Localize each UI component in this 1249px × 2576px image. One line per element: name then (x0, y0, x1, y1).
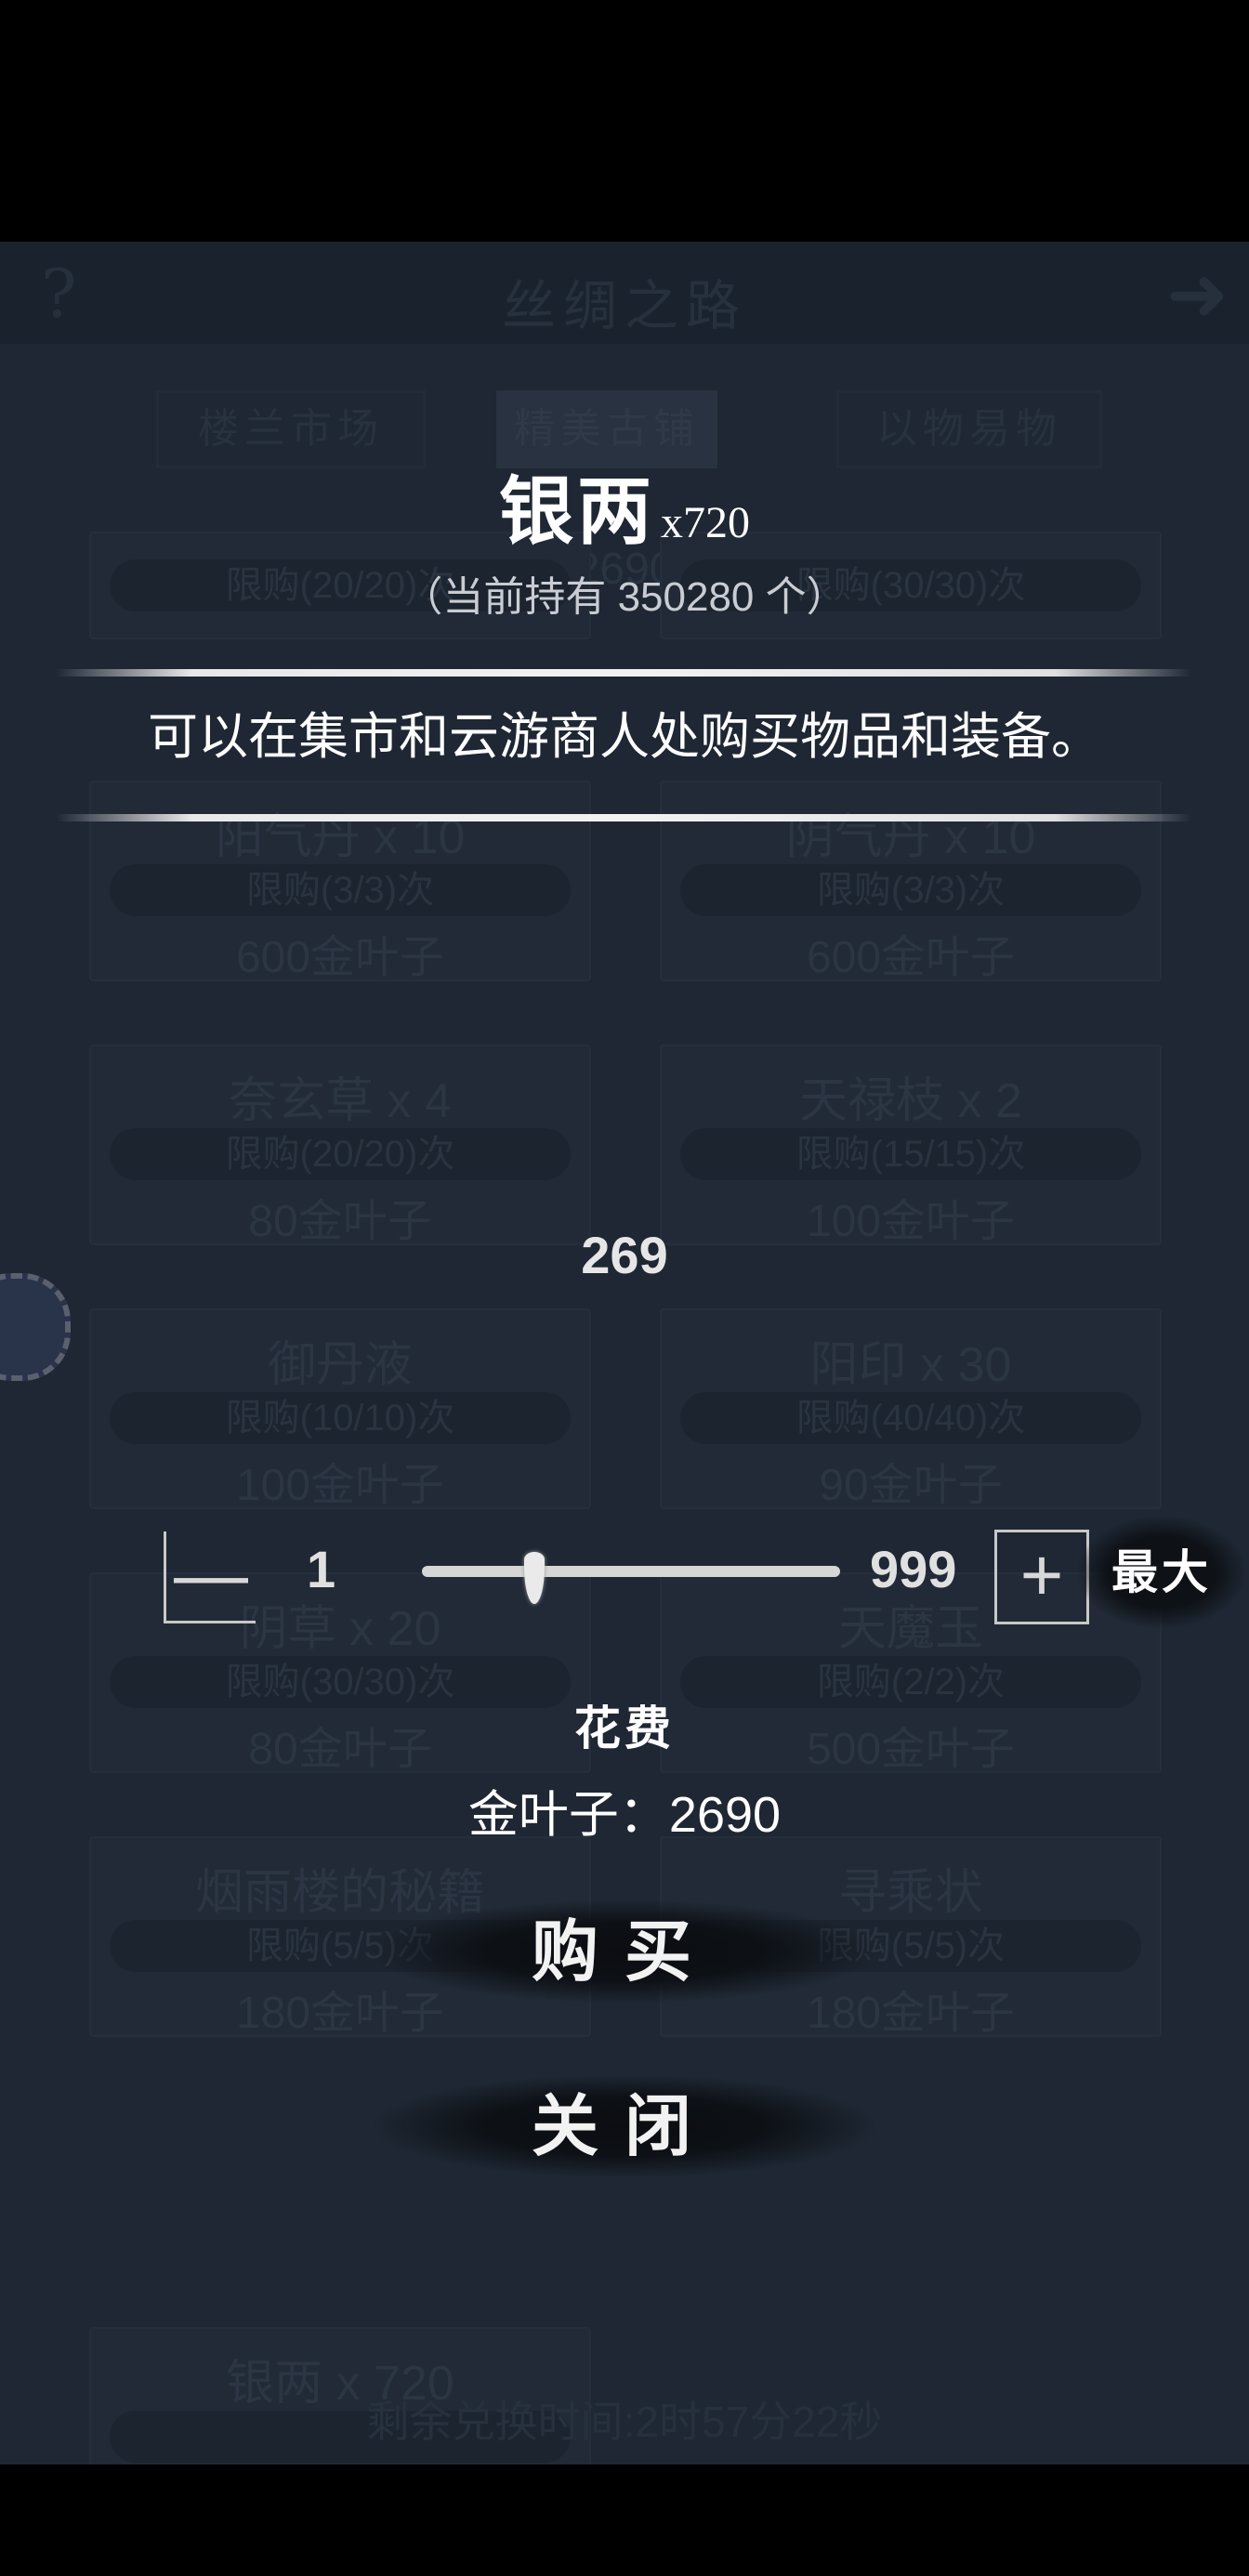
cost-value: 金叶子：2690 (467, 1787, 782, 1843)
item-title: 银两 x720 (0, 452, 1249, 559)
system-nav-bar (0, 2464, 1249, 2576)
buy-button[interactable]: 购买 (372, 1886, 877, 2017)
slider-min-label: 1 (307, 1540, 336, 1598)
divider-bottom (56, 814, 1191, 821)
slider-current-value: 269 (581, 1226, 668, 1284)
quantity-slider-thumb[interactable] (523, 1552, 545, 1604)
decrease-button[interactable]: — (164, 1531, 256, 1623)
quantity-slider-track[interactable] (422, 1566, 840, 1577)
slider-max-label: 999 (870, 1540, 957, 1598)
shop-screen: ? 丝绸之路 ➜ 楼兰市场 精美古铺 以物易物 拥有：2690金叶子 限购(20… (0, 242, 1249, 2464)
close-button[interactable]: 关闭 (372, 2061, 877, 2191)
max-button[interactable]: 最大 (1078, 1517, 1245, 1628)
item-description: 可以在集市和云游商人处购买物品和装备。 (148, 709, 1101, 765)
item-quantity: x720 (661, 498, 750, 547)
divider-top (56, 669, 1191, 677)
increase-button[interactable]: + (994, 1530, 1089, 1624)
held-count: （当前持有 350280 个） (401, 574, 848, 620)
item-name: 银两 (499, 467, 655, 555)
purchase-dialog: 银两 x720 （当前持有 350280 个） 可以在集市和云游商人处购买物品和装… (0, 242, 1249, 2464)
cost-label: 花费 (574, 1701, 675, 1755)
